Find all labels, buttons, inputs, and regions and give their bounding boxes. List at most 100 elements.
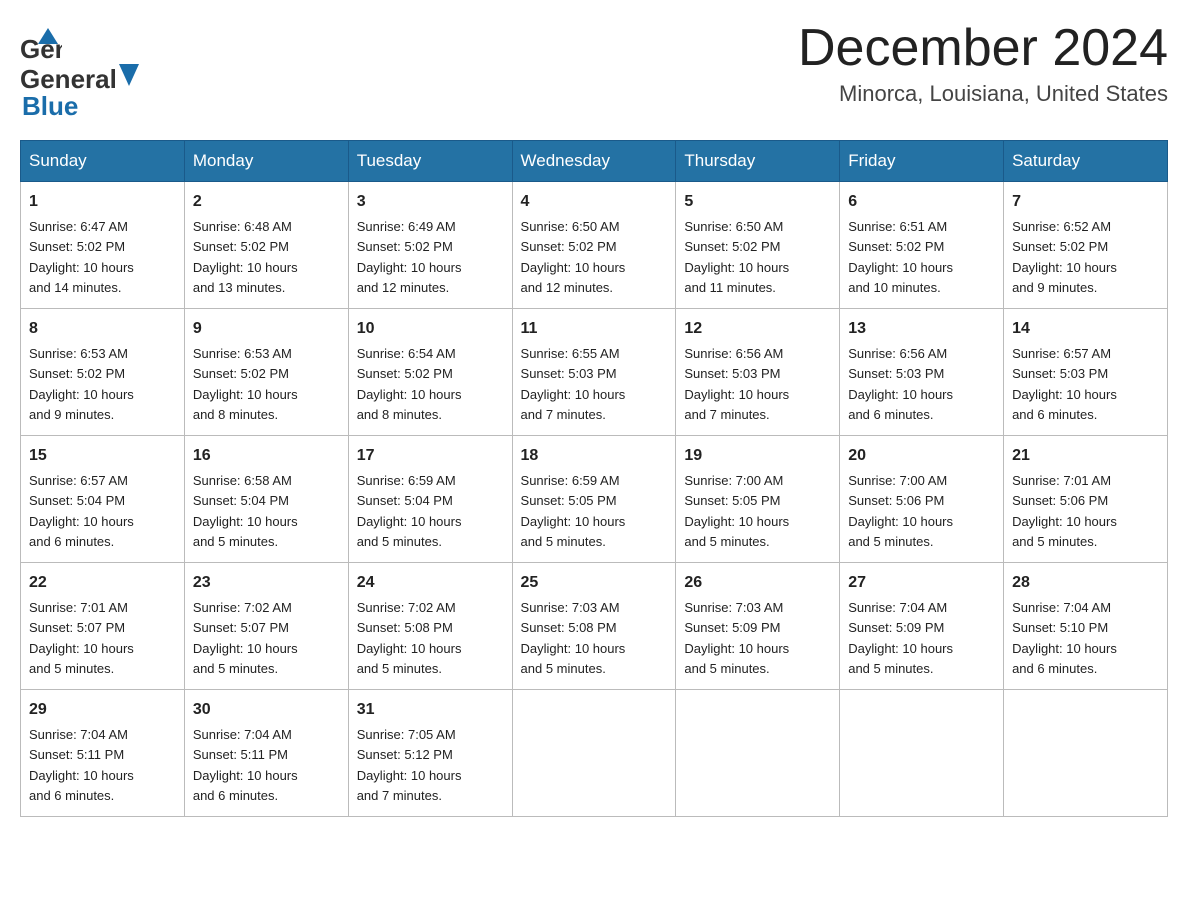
page-header: General General Blue December 2024 Minor… xyxy=(20,20,1168,122)
day-number: 3 xyxy=(357,190,504,214)
weekday-header-wednesday: Wednesday xyxy=(512,141,676,182)
calendar-table: SundayMondayTuesdayWednesdayThursdayFrid… xyxy=(20,140,1168,817)
month-title: December 2024 xyxy=(798,20,1168,77)
day-number: 23 xyxy=(193,571,340,595)
day-cell xyxy=(676,690,840,817)
day-cell: 27 Sunrise: 7:04 AMSunset: 5:09 PMDaylig… xyxy=(840,563,1004,690)
day-cell: 12 Sunrise: 6:56 AMSunset: 5:03 PMDaylig… xyxy=(676,309,840,436)
week-row-3: 15 Sunrise: 6:57 AMSunset: 5:04 PMDaylig… xyxy=(21,436,1168,563)
day-info: Sunrise: 7:00 AMSunset: 5:05 PMDaylight:… xyxy=(684,473,789,549)
day-number: 26 xyxy=(684,571,831,595)
day-number: 27 xyxy=(848,571,995,595)
day-cell: 25 Sunrise: 7:03 AMSunset: 5:08 PMDaylig… xyxy=(512,563,676,690)
weekday-header-saturday: Saturday xyxy=(1004,141,1168,182)
day-cell xyxy=(1004,690,1168,817)
day-number: 28 xyxy=(1012,571,1159,595)
week-row-5: 29 Sunrise: 7:04 AMSunset: 5:11 PMDaylig… xyxy=(21,690,1168,817)
day-info: Sunrise: 6:59 AMSunset: 5:04 PMDaylight:… xyxy=(357,473,462,549)
day-cell: 20 Sunrise: 7:00 AMSunset: 5:06 PMDaylig… xyxy=(840,436,1004,563)
day-cell xyxy=(840,690,1004,817)
day-cell: 13 Sunrise: 6:56 AMSunset: 5:03 PMDaylig… xyxy=(840,309,1004,436)
day-number: 8 xyxy=(29,317,176,341)
day-cell: 10 Sunrise: 6:54 AMSunset: 5:02 PMDaylig… xyxy=(348,309,512,436)
day-cell: 3 Sunrise: 6:49 AMSunset: 5:02 PMDayligh… xyxy=(348,182,512,309)
day-cell: 14 Sunrise: 6:57 AMSunset: 5:03 PMDaylig… xyxy=(1004,309,1168,436)
day-info: Sunrise: 6:49 AMSunset: 5:02 PMDaylight:… xyxy=(357,219,462,295)
logo-blue-text: Blue xyxy=(22,91,78,122)
day-info: Sunrise: 6:56 AMSunset: 5:03 PMDaylight:… xyxy=(848,346,953,422)
day-info: Sunrise: 7:03 AMSunset: 5:08 PMDaylight:… xyxy=(521,600,626,676)
day-cell: 22 Sunrise: 7:01 AMSunset: 5:07 PMDaylig… xyxy=(21,563,185,690)
title-area: December 2024 Minorca, Louisiana, United… xyxy=(798,20,1168,107)
day-number: 14 xyxy=(1012,317,1159,341)
day-info: Sunrise: 6:56 AMSunset: 5:03 PMDaylight:… xyxy=(684,346,789,422)
weekday-header-sunday: Sunday xyxy=(21,141,185,182)
day-info: Sunrise: 7:04 AMSunset: 5:10 PMDaylight:… xyxy=(1012,600,1117,676)
weekday-header-monday: Monday xyxy=(184,141,348,182)
day-info: Sunrise: 6:53 AMSunset: 5:02 PMDaylight:… xyxy=(29,346,134,422)
weekday-header-friday: Friday xyxy=(840,141,1004,182)
weekday-header-row: SundayMondayTuesdayWednesdayThursdayFrid… xyxy=(21,141,1168,182)
day-cell xyxy=(512,690,676,817)
day-number: 6 xyxy=(848,190,995,214)
day-info: Sunrise: 6:59 AMSunset: 5:05 PMDaylight:… xyxy=(521,473,626,549)
day-number: 16 xyxy=(193,444,340,468)
day-cell: 9 Sunrise: 6:53 AMSunset: 5:02 PMDayligh… xyxy=(184,309,348,436)
day-info: Sunrise: 6:47 AMSunset: 5:02 PMDaylight:… xyxy=(29,219,134,295)
day-number: 2 xyxy=(193,190,340,214)
day-info: Sunrise: 6:52 AMSunset: 5:02 PMDaylight:… xyxy=(1012,219,1117,295)
day-number: 24 xyxy=(357,571,504,595)
day-info: Sunrise: 6:48 AMSunset: 5:02 PMDaylight:… xyxy=(193,219,298,295)
day-cell: 4 Sunrise: 6:50 AMSunset: 5:02 PMDayligh… xyxy=(512,182,676,309)
day-info: Sunrise: 6:53 AMSunset: 5:02 PMDaylight:… xyxy=(193,346,298,422)
day-cell: 1 Sunrise: 6:47 AMSunset: 5:02 PMDayligh… xyxy=(21,182,185,309)
day-number: 22 xyxy=(29,571,176,595)
day-info: Sunrise: 6:57 AMSunset: 5:03 PMDaylight:… xyxy=(1012,346,1117,422)
day-number: 13 xyxy=(848,317,995,341)
day-number: 10 xyxy=(357,317,504,341)
day-cell: 19 Sunrise: 7:00 AMSunset: 5:05 PMDaylig… xyxy=(676,436,840,563)
day-cell: 23 Sunrise: 7:02 AMSunset: 5:07 PMDaylig… xyxy=(184,563,348,690)
day-number: 1 xyxy=(29,190,176,214)
day-cell: 5 Sunrise: 6:50 AMSunset: 5:02 PMDayligh… xyxy=(676,182,840,309)
day-info: Sunrise: 7:04 AMSunset: 5:11 PMDaylight:… xyxy=(29,727,134,803)
day-number: 7 xyxy=(1012,190,1159,214)
day-info: Sunrise: 7:01 AMSunset: 5:06 PMDaylight:… xyxy=(1012,473,1117,549)
weekday-header-tuesday: Tuesday xyxy=(348,141,512,182)
day-cell: 11 Sunrise: 6:55 AMSunset: 5:03 PMDaylig… xyxy=(512,309,676,436)
day-number: 25 xyxy=(521,571,668,595)
day-cell: 31 Sunrise: 7:05 AMSunset: 5:12 PMDaylig… xyxy=(348,690,512,817)
svg-text:General: General xyxy=(20,34,62,64)
day-number: 18 xyxy=(521,444,668,468)
day-cell: 28 Sunrise: 7:04 AMSunset: 5:10 PMDaylig… xyxy=(1004,563,1168,690)
day-cell: 26 Sunrise: 7:03 AMSunset: 5:09 PMDaylig… xyxy=(676,563,840,690)
day-cell: 16 Sunrise: 6:58 AMSunset: 5:04 PMDaylig… xyxy=(184,436,348,563)
day-number: 20 xyxy=(848,444,995,468)
day-info: Sunrise: 7:03 AMSunset: 5:09 PMDaylight:… xyxy=(684,600,789,676)
day-info: Sunrise: 7:00 AMSunset: 5:06 PMDaylight:… xyxy=(848,473,953,549)
day-cell: 29 Sunrise: 7:04 AMSunset: 5:11 PMDaylig… xyxy=(21,690,185,817)
day-number: 12 xyxy=(684,317,831,341)
day-info: Sunrise: 7:04 AMSunset: 5:09 PMDaylight:… xyxy=(848,600,953,676)
day-info: Sunrise: 6:57 AMSunset: 5:04 PMDaylight:… xyxy=(29,473,134,549)
day-cell: 17 Sunrise: 6:59 AMSunset: 5:04 PMDaylig… xyxy=(348,436,512,563)
day-cell: 30 Sunrise: 7:04 AMSunset: 5:11 PMDaylig… xyxy=(184,690,348,817)
day-info: Sunrise: 6:50 AMSunset: 5:02 PMDaylight:… xyxy=(684,219,789,295)
logo-triangle-icon xyxy=(119,64,139,86)
day-cell: 7 Sunrise: 6:52 AMSunset: 5:02 PMDayligh… xyxy=(1004,182,1168,309)
week-row-1: 1 Sunrise: 6:47 AMSunset: 5:02 PMDayligh… xyxy=(21,182,1168,309)
day-number: 17 xyxy=(357,444,504,468)
day-info: Sunrise: 7:02 AMSunset: 5:08 PMDaylight:… xyxy=(357,600,462,676)
day-number: 15 xyxy=(29,444,176,468)
week-row-4: 22 Sunrise: 7:01 AMSunset: 5:07 PMDaylig… xyxy=(21,563,1168,690)
weekday-header-thursday: Thursday xyxy=(676,141,840,182)
day-info: Sunrise: 6:50 AMSunset: 5:02 PMDaylight:… xyxy=(521,219,626,295)
day-info: Sunrise: 6:54 AMSunset: 5:02 PMDaylight:… xyxy=(357,346,462,422)
day-info: Sunrise: 7:04 AMSunset: 5:11 PMDaylight:… xyxy=(193,727,298,803)
day-info: Sunrise: 6:58 AMSunset: 5:04 PMDaylight:… xyxy=(193,473,298,549)
day-number: 29 xyxy=(29,698,176,722)
day-info: Sunrise: 7:02 AMSunset: 5:07 PMDaylight:… xyxy=(193,600,298,676)
day-cell: 8 Sunrise: 6:53 AMSunset: 5:02 PMDayligh… xyxy=(21,309,185,436)
day-number: 21 xyxy=(1012,444,1159,468)
logo: General General Blue xyxy=(20,20,139,122)
